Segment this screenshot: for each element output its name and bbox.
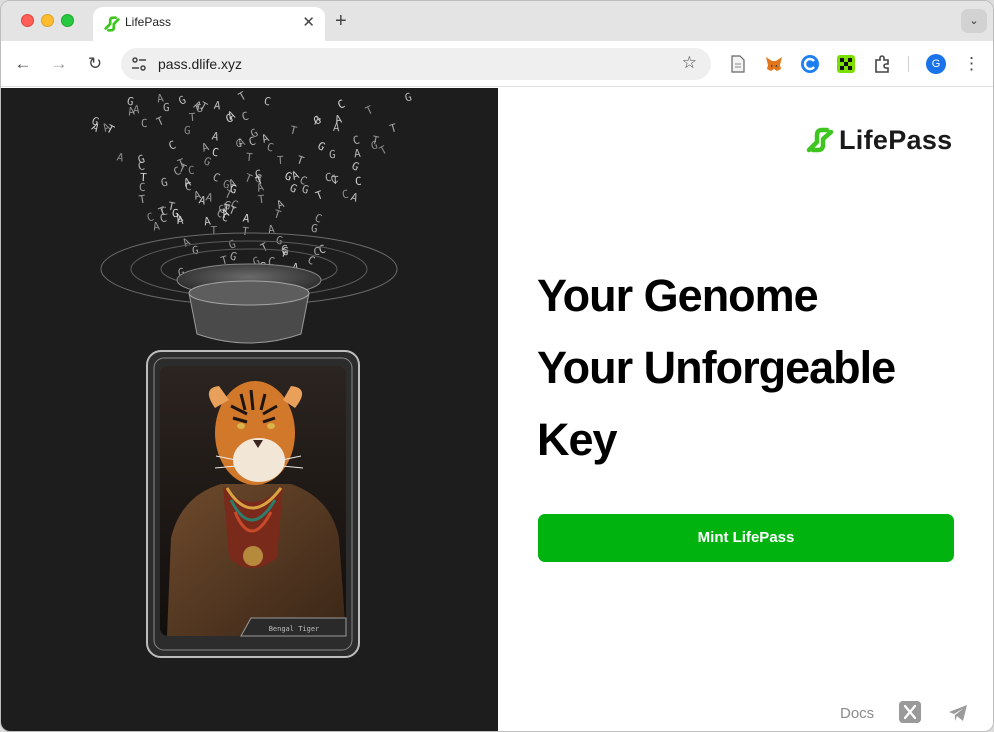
extensions-puzzle-icon[interactable] [872, 54, 892, 74]
tab-lifepass[interactable]: LifePass ✕ [93, 7, 325, 41]
telegram-icon[interactable] [947, 702, 969, 724]
bookmark-star-icon[interactable]: ☆ [682, 53, 697, 73]
x-icon[interactable] [899, 701, 921, 723]
reload-icon[interactable]: ↻ [84, 53, 106, 75]
hero-artwork-panel: ATGCATGCTAGCTTAGCCGATAGCTAGCATCGATGCATGC… [1, 88, 498, 731]
lifepass-logo-icon [806, 127, 834, 153]
close-window-button[interactable] [21, 14, 34, 27]
browser-toolbar: ← → ↻ pass.dlife.xyz ☆ G ⋮ [1, 41, 993, 87]
tiger-card-illustration: Bengal Tiger [100, 232, 398, 658]
mint-lifepass-button[interactable]: Mint LifePass [538, 514, 954, 562]
c-extension-icon[interactable] [800, 54, 820, 74]
lifepass-favicon-icon [104, 16, 120, 32]
browser-menu-icon[interactable]: ⋮ [963, 53, 980, 75]
maximize-window-button[interactable] [61, 14, 74, 27]
docs-link[interactable]: Docs [840, 705, 874, 722]
card-caption: Bengal Tiger [269, 625, 320, 633]
new-tab-button[interactable]: + [335, 10, 347, 32]
profile-avatar[interactable]: G [926, 54, 946, 74]
tab-search-button[interactable]: ⌄ [961, 9, 987, 33]
toolbar-separator [908, 56, 909, 72]
puzzle-grid-extension-icon[interactable] [836, 54, 856, 74]
headline-line-2: Your Unforgeable [537, 342, 896, 393]
headline-line-1: Your Genome [537, 270, 819, 321]
metamask-fox-icon[interactable] [764, 54, 784, 74]
url-text[interactable]: pass.dlife.xyz [158, 56, 242, 72]
back-icon[interactable]: ← [12, 53, 34, 75]
minimize-window-button[interactable] [41, 14, 54, 27]
site-settings-icon[interactable] [131, 56, 147, 72]
hero-headline: Your Genome Your Unforgeable Key [537, 260, 967, 476]
address-bar[interactable]: pass.dlife.xyz ☆ [121, 48, 711, 80]
document-extension-icon[interactable] [728, 54, 748, 74]
browser-window: LifePass ✕ + ⌄ ← → ↻ pass.dlife.xyz ☆ G … [0, 0, 994, 732]
tab-strip: LifePass ✕ + ⌄ [1, 1, 993, 41]
logo-text: LifePass [839, 125, 953, 155]
tab-close-icon[interactable]: ✕ [302, 13, 315, 33]
page-content: ATGCATGCTAGCTTAGCCGATAGCTAGCATCGATGCATGC… [1, 88, 993, 731]
hero-content-panel: LifePass Your Genome Your Unforgeable Ke… [498, 88, 993, 731]
tab-title: LifePass [125, 15, 172, 29]
forward-icon[interactable]: → [48, 53, 70, 75]
lifepass-logo[interactable]: LifePass [805, 124, 955, 156]
headline-line-3: Key [537, 414, 618, 465]
